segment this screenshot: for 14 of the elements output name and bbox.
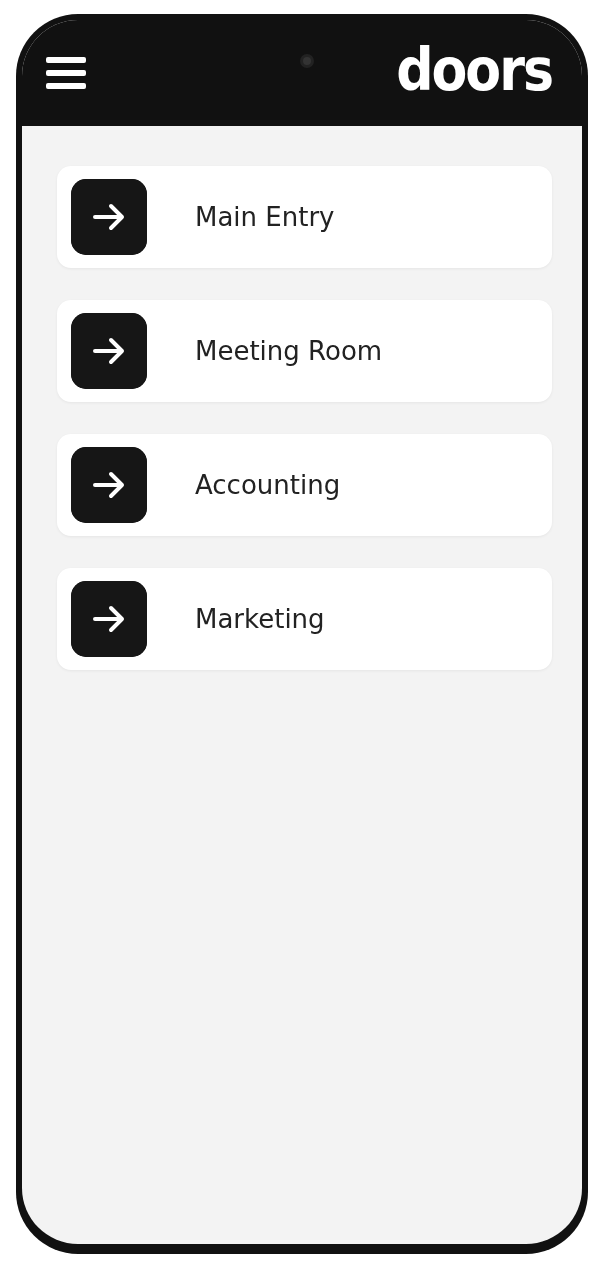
door-name: Main Entry: [195, 200, 335, 234]
door-item[interactable]: Meeting Room: [57, 300, 552, 402]
door-name: Marketing: [195, 602, 325, 636]
app-logo: doors: [396, 41, 552, 99]
door-item[interactable]: Accounting: [57, 434, 552, 536]
door-item[interactable]: Marketing: [57, 568, 552, 670]
arrow-icon: [71, 581, 147, 657]
door-item[interactable]: Main Entry: [57, 166, 552, 268]
door-name: Accounting: [195, 468, 341, 502]
menu-icon[interactable]: [46, 56, 86, 90]
arrow-icon: [71, 179, 147, 255]
arrow-icon: [71, 313, 147, 389]
arrow-icon: [71, 447, 147, 523]
door-name: Meeting Room: [195, 334, 383, 368]
